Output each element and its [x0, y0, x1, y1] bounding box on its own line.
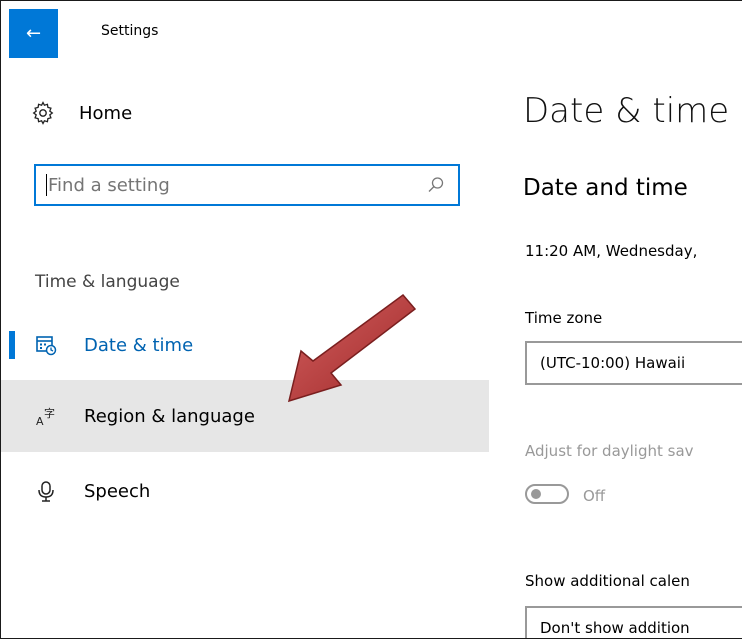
main-content: Date & time Date and time 11:20 AM, Wedn…: [491, 59, 742, 638]
time-zone-label: Time zone: [525, 309, 603, 327]
search-input[interactable]: [47, 174, 426, 196]
sidebar-item-speech[interactable]: Speech: [1, 455, 489, 527]
toggle-state-label: Off: [583, 487, 606, 505]
window-title: Settings: [101, 23, 159, 39]
back-arrow-icon: ←: [25, 23, 42, 44]
page-title: Date & time: [523, 91, 730, 131]
additional-calendars-label: Show additional calen: [525, 572, 690, 590]
sidebar-item-label: Region & language: [84, 405, 255, 427]
sidebar-item-label: Date & time: [84, 334, 194, 356]
language-icon: A 字: [36, 406, 55, 427]
sidebar-item-date-time[interactable]: Date & time: [1, 309, 489, 381]
title-bar: ← Settings: [1, 1, 742, 59]
calendar-clock-icon: [36, 336, 57, 356]
svg-text:字: 字: [44, 406, 55, 420]
back-button[interactable]: ←: [9, 9, 58, 58]
settings-window: ← Settings Home Time & language: [0, 0, 742, 639]
additional-calendars-dropdown[interactable]: Don't show addition: [525, 606, 742, 638]
section-title: Date and time: [523, 175, 688, 201]
toggle-knob: [531, 489, 541, 499]
sidebar: Home Time & language Date & time: [1, 59, 491, 638]
svg-text:A: A: [36, 415, 44, 427]
search-box[interactable]: [34, 164, 460, 206]
microphone-icon: [38, 481, 54, 502]
time-zone-value: (UTC-10:00) Hawaii: [540, 354, 686, 372]
section-heading: Time & language: [35, 272, 180, 292]
sidebar-item-region-language[interactable]: A 字 Region & language: [1, 380, 489, 452]
home-label: Home: [79, 102, 133, 124]
sidebar-item-label: Speech: [84, 480, 151, 502]
home-link[interactable]: Home: [31, 101, 132, 125]
daylight-saving-label: Adjust for daylight sav: [525, 442, 694, 460]
gear-icon: [32, 101, 54, 125]
selected-indicator: [9, 331, 15, 359]
time-zone-dropdown[interactable]: (UTC-10:00) Hawaii: [525, 341, 742, 385]
additional-calendars-value: Don't show addition: [540, 619, 690, 637]
daylight-saving-toggle[interactable]: [525, 484, 569, 504]
current-datetime: 11:20 AM, Wednesday,: [525, 242, 698, 260]
search-icon[interactable]: [426, 175, 446, 195]
